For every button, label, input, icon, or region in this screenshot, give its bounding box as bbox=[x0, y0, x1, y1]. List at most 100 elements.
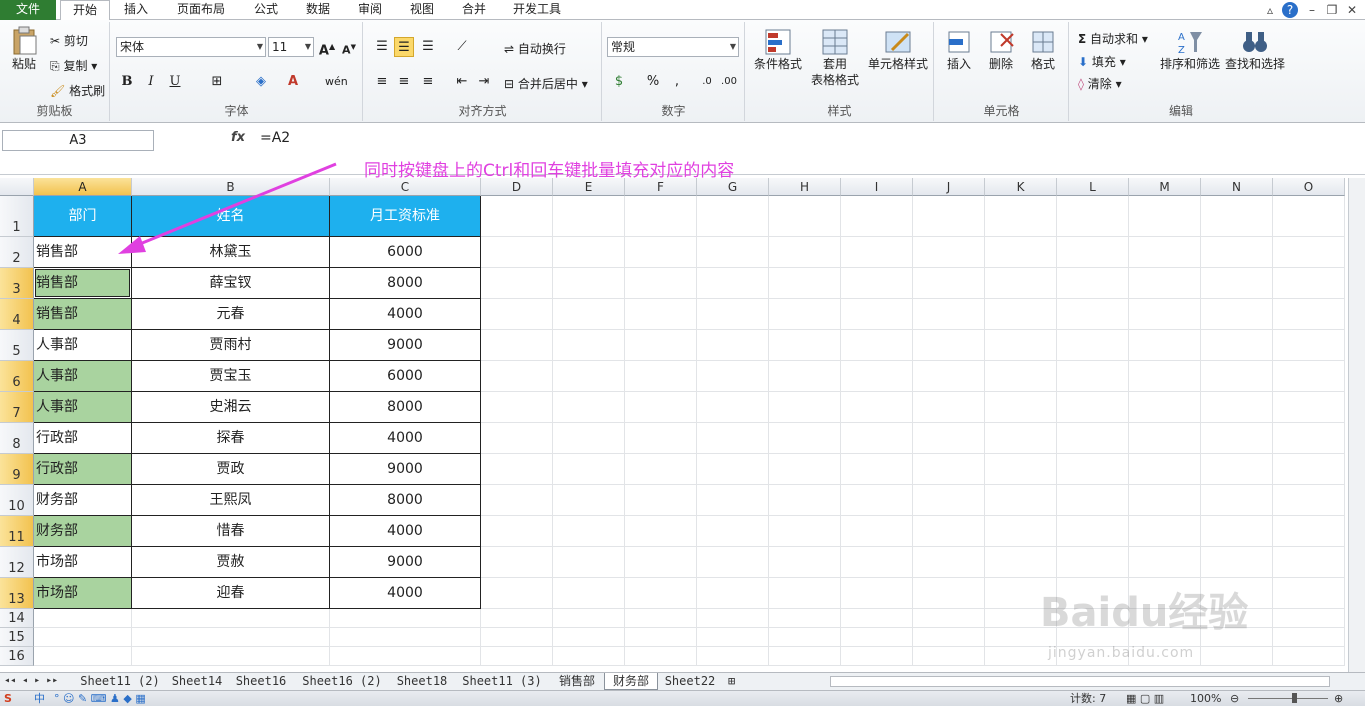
grid-cell[interactable] bbox=[625, 647, 697, 666]
grid-cell[interactable] bbox=[1273, 578, 1345, 609]
grid-cell[interactable] bbox=[34, 609, 132, 628]
row-header[interactable]: 13 bbox=[0, 578, 34, 609]
tab-insert[interactable]: 插入 bbox=[116, 0, 156, 20]
grid-cell[interactable] bbox=[841, 609, 913, 628]
grid-cell[interactable] bbox=[1273, 609, 1345, 628]
table-cell[interactable]: 财务部 bbox=[34, 485, 132, 516]
row-header[interactable]: 12 bbox=[0, 547, 34, 578]
grid-cell[interactable] bbox=[1201, 361, 1273, 392]
grid-cell[interactable] bbox=[481, 628, 553, 647]
grid-cell[interactable] bbox=[481, 454, 553, 485]
grid-cell[interactable] bbox=[841, 268, 913, 299]
grid-cell[interactable] bbox=[1273, 196, 1345, 237]
grid-cell[interactable] bbox=[697, 454, 769, 485]
grid-cell[interactable] bbox=[625, 196, 697, 237]
grid-cell[interactable] bbox=[985, 547, 1057, 578]
grid-cell[interactable] bbox=[330, 647, 481, 666]
grid-cell[interactable] bbox=[481, 299, 553, 330]
grid-cell[interactable] bbox=[1129, 516, 1201, 547]
table-cell[interactable]: 贾宝玉 bbox=[132, 361, 330, 392]
grid-cell[interactable] bbox=[1129, 423, 1201, 454]
grid-cell[interactable] bbox=[1057, 299, 1129, 330]
sheet-tab[interactable]: Sheet14 bbox=[166, 673, 228, 690]
grid-cell[interactable] bbox=[769, 268, 841, 299]
grid-cell[interactable] bbox=[913, 392, 985, 423]
tab-merge[interactable]: 合并 bbox=[454, 0, 494, 20]
grid-cell[interactable] bbox=[841, 485, 913, 516]
sheet-tab[interactable]: Sheet16 (2) bbox=[294, 673, 390, 690]
grid-cell[interactable] bbox=[625, 609, 697, 628]
bold-button[interactable]: B bbox=[117, 72, 137, 92]
grid-cell[interactable] bbox=[841, 578, 913, 609]
grid-cell[interactable] bbox=[553, 423, 625, 454]
formula-input[interactable]: =A2 bbox=[260, 130, 290, 146]
grid-cell[interactable] bbox=[1129, 547, 1201, 578]
grid-cell[interactable] bbox=[1057, 516, 1129, 547]
column-header[interactable]: N bbox=[1201, 178, 1273, 196]
column-header[interactable]: L bbox=[1057, 178, 1129, 196]
grid-cell[interactable] bbox=[132, 609, 330, 628]
italic-button[interactable]: I bbox=[141, 72, 161, 92]
grid-cell[interactable] bbox=[481, 268, 553, 299]
grid-cell[interactable] bbox=[1273, 330, 1345, 361]
align-middle-icon[interactable]: ☰ bbox=[394, 37, 414, 57]
grid-cell[interactable] bbox=[769, 423, 841, 454]
grid-cell[interactable] bbox=[1057, 485, 1129, 516]
table-cell[interactable]: 财务部 bbox=[34, 516, 132, 547]
grid-cell[interactable] bbox=[913, 647, 985, 666]
collapse-ribbon-icon[interactable]: ▵ bbox=[1262, 2, 1278, 18]
grid-cell[interactable] bbox=[553, 516, 625, 547]
table-cell[interactable]: 贾雨村 bbox=[132, 330, 330, 361]
align-right-icon[interactable]: ≡ bbox=[418, 72, 438, 92]
grid-cell[interactable] bbox=[1057, 268, 1129, 299]
grid-cell[interactable] bbox=[697, 361, 769, 392]
grid-cell[interactable] bbox=[697, 628, 769, 647]
grid-cell[interactable] bbox=[985, 268, 1057, 299]
grid-cell[interactable] bbox=[625, 330, 697, 361]
paste-button[interactable]: 粘贴 bbox=[6, 26, 42, 72]
format-as-table-button[interactable]: 套用 表格格式 bbox=[804, 28, 866, 88]
sogou-ime-icon[interactable]: S bbox=[4, 691, 12, 706]
close-icon[interactable]: ✕ bbox=[1344, 2, 1360, 18]
grid-cell[interactable] bbox=[841, 647, 913, 666]
table-cell[interactable]: 8000 bbox=[330, 485, 481, 516]
table-cell[interactable]: 贾政 bbox=[132, 454, 330, 485]
row-header[interactable]: 11 bbox=[0, 516, 34, 547]
table-cell[interactable]: 贾赦 bbox=[132, 547, 330, 578]
grid-cell[interactable] bbox=[697, 647, 769, 666]
grid-cell[interactable] bbox=[769, 628, 841, 647]
table-cell[interactable]: 王熙凤 bbox=[132, 485, 330, 516]
grid-cell[interactable] bbox=[34, 628, 132, 647]
grid-cell[interactable] bbox=[1129, 237, 1201, 268]
grid-cell[interactable] bbox=[769, 609, 841, 628]
grid-cell[interactable] bbox=[841, 196, 913, 237]
decrease-decimal-icon[interactable]: .00 bbox=[719, 72, 739, 92]
grid-cell[interactable] bbox=[1201, 299, 1273, 330]
grid-cell[interactable] bbox=[1273, 516, 1345, 547]
grid-cell[interactable] bbox=[553, 485, 625, 516]
grid-cell[interactable] bbox=[841, 361, 913, 392]
grid-cell[interactable] bbox=[697, 237, 769, 268]
delete-cells-button[interactable]: 删除 bbox=[983, 28, 1019, 72]
fx-icon[interactable]: fx bbox=[231, 130, 245, 145]
grid-cell[interactable] bbox=[481, 485, 553, 516]
increase-decimal-icon[interactable]: .0 bbox=[697, 72, 717, 92]
grid-cell[interactable] bbox=[769, 361, 841, 392]
decrease-indent-icon[interactable]: ⇤ bbox=[452, 72, 472, 92]
grid-cell[interactable] bbox=[769, 196, 841, 237]
grid-cell[interactable] bbox=[553, 196, 625, 237]
grid-cell[interactable] bbox=[841, 237, 913, 268]
tab-formulas[interactable]: 公式 bbox=[246, 0, 286, 20]
conditional-format-button[interactable]: 条件格式 bbox=[750, 28, 806, 72]
row-header[interactable]: 2 bbox=[0, 237, 34, 268]
row-header[interactable]: 15 bbox=[0, 628, 34, 647]
grid-cell[interactable] bbox=[1273, 647, 1345, 666]
grid-cell[interactable] bbox=[769, 454, 841, 485]
grid-cell[interactable] bbox=[1057, 547, 1129, 578]
vertical-scrollbar[interactable] bbox=[1348, 178, 1365, 672]
grid-cell[interactable] bbox=[841, 516, 913, 547]
grid-cell[interactable] bbox=[985, 196, 1057, 237]
grid-cell[interactable] bbox=[841, 299, 913, 330]
table-cell[interactable]: 人事部 bbox=[34, 392, 132, 423]
row-header[interactable]: 1 bbox=[0, 196, 34, 237]
